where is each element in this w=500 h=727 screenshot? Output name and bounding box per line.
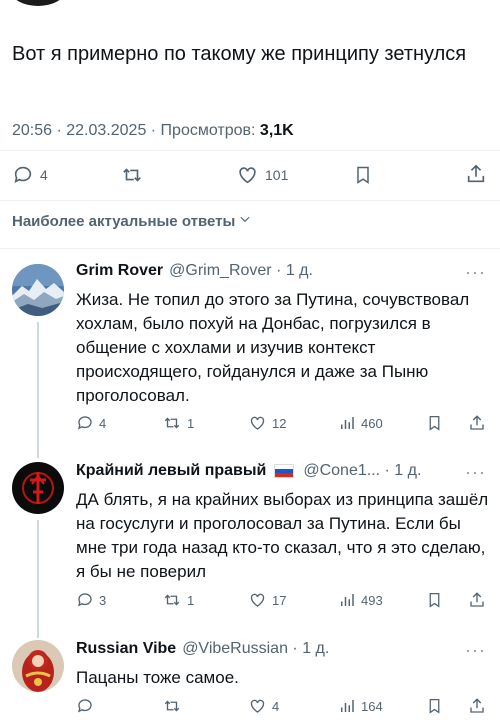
view-count: 460 bbox=[361, 415, 383, 431]
retweet-button[interactable]: 1 bbox=[162, 414, 194, 432]
share-button[interactable] bbox=[468, 414, 486, 432]
author-name[interactable]: Крайний левый правый bbox=[76, 462, 266, 480]
bookmark-button[interactable] bbox=[426, 591, 443, 609]
bookmark-button[interactable] bbox=[353, 164, 373, 186]
like-count: 12 bbox=[272, 415, 287, 431]
author-handle[interactable]: @Cone1... · 1 д. bbox=[303, 462, 421, 480]
more-icon[interactable]: ··· bbox=[465, 640, 486, 661]
like-button[interactable]: 17 bbox=[248, 591, 286, 609]
view-count: 493 bbox=[361, 592, 383, 608]
share-button[interactable] bbox=[468, 591, 486, 609]
like-count: 17 bbox=[272, 592, 287, 608]
tweet-text: Вот я примерно по такому же принципу зет… bbox=[12, 43, 467, 65]
views-button[interactable]: 493 bbox=[338, 591, 383, 609]
reply-count: 4 bbox=[40, 167, 48, 183]
reply-item[interactable]: Russian Vibe @VibeRussian · 1 д. ··· Пац… bbox=[0, 634, 500, 727]
tweet-views: 3,1K bbox=[259, 122, 294, 139]
share-button[interactable] bbox=[465, 163, 487, 185]
reply-header: Крайний левый правый @Cone1... · 1 д. bbox=[76, 462, 421, 480]
tweet-meta: 20:56 · 22.03.2025 · Просмотров: 3,1K bbox=[12, 122, 294, 140]
retweet-button[interactable] bbox=[120, 164, 144, 186]
thread-line bbox=[37, 322, 39, 458]
reply-item[interactable]: Grim Rover @Grim_Rover · 1 д. ··· Жиза. … bbox=[0, 258, 500, 458]
reply-icon bbox=[76, 414, 94, 432]
reply-actions: 4 1 12 460 bbox=[76, 414, 496, 436]
author-handle[interactable]: @Grim_Rover · 1 д. bbox=[169, 262, 313, 280]
view-count: 164 bbox=[361, 698, 383, 714]
bookmark-button[interactable] bbox=[426, 414, 443, 432]
like-button[interactable]: 12 bbox=[248, 414, 286, 432]
share-icon bbox=[465, 163, 487, 185]
reply-header: Grim Rover @Grim_Rover · 1 д. bbox=[76, 262, 313, 280]
reply-header: Russian Vibe @VibeRussian · 1 д. bbox=[76, 640, 329, 658]
reply-button[interactable] bbox=[76, 697, 99, 715]
reply-button[interactable]: 4 bbox=[12, 164, 48, 186]
bookmark-icon bbox=[426, 591, 443, 609]
divider bbox=[0, 150, 500, 151]
bar-chart-icon bbox=[338, 697, 356, 715]
share-icon bbox=[468, 697, 486, 715]
heart-icon bbox=[248, 591, 267, 609]
sort-label: Наиболее актуальные ответы bbox=[12, 212, 236, 230]
reply-icon bbox=[76, 697, 94, 715]
russia-flag-icon bbox=[274, 464, 295, 478]
tweet-actions: 4 101 bbox=[0, 158, 500, 192]
reply-icon bbox=[76, 591, 94, 609]
bookmark-icon bbox=[426, 414, 443, 432]
top-avatar[interactable] bbox=[12, 0, 64, 6]
retweet-button[interactable]: 1 bbox=[162, 591, 194, 609]
thread-line bbox=[37, 520, 39, 638]
reply-actions: 3 1 17 493 bbox=[76, 591, 496, 613]
retweet-button[interactable] bbox=[162, 697, 187, 715]
more-icon[interactable]: ··· bbox=[465, 262, 486, 283]
heart-icon bbox=[236, 164, 259, 186]
avatar[interactable] bbox=[12, 462, 64, 514]
divider bbox=[0, 248, 500, 249]
reply-item[interactable]: Крайний левый правый @Cone1... · 1 д. ··… bbox=[0, 456, 500, 638]
heart-icon bbox=[248, 414, 267, 432]
views-button[interactable]: 460 bbox=[338, 414, 383, 432]
more-icon[interactable]: ··· bbox=[465, 462, 486, 483]
divider bbox=[0, 200, 500, 201]
like-count: 4 bbox=[272, 698, 280, 714]
share-icon bbox=[468, 414, 486, 432]
reply-icon bbox=[12, 164, 34, 186]
chevron-down-icon bbox=[238, 212, 252, 230]
bookmark-icon bbox=[353, 164, 373, 186]
like-count: 101 bbox=[265, 167, 289, 183]
heart-icon bbox=[248, 697, 267, 715]
views-button[interactable]: 164 bbox=[338, 697, 383, 715]
reply-button[interactable]: 4 bbox=[76, 414, 106, 432]
bookmark-icon bbox=[426, 697, 443, 715]
like-button[interactable]: 101 bbox=[236, 164, 288, 186]
like-button[interactable]: 4 bbox=[248, 697, 279, 715]
bar-chart-icon bbox=[338, 591, 356, 609]
author-name[interactable]: Grim Rover bbox=[76, 262, 163, 280]
reply-actions: 4 164 bbox=[76, 697, 496, 719]
reply-text: Пацаны тоже самое. bbox=[76, 668, 239, 687]
share-icon bbox=[468, 591, 486, 609]
retweet-icon bbox=[162, 414, 182, 432]
bar-chart-icon bbox=[338, 414, 356, 432]
avatar[interactable] bbox=[12, 264, 64, 316]
retweet-count: 1 bbox=[187, 592, 195, 608]
retweet-count: 1 bbox=[187, 415, 195, 431]
reply-text: ДА блять, я на крайних выборах из принци… bbox=[76, 490, 489, 581]
retweet-icon bbox=[162, 591, 182, 609]
reply-text: Жиза. Не топил до этого за Путина, сочув… bbox=[76, 290, 470, 405]
sort-replies-dropdown[interactable]: Наиболее актуальные ответы bbox=[12, 212, 252, 230]
author-handle[interactable]: @VibeRussian · 1 д. bbox=[182, 640, 329, 658]
author-name[interactable]: Russian Vibe bbox=[76, 640, 176, 658]
reply-button[interactable]: 3 bbox=[76, 591, 106, 609]
avatar[interactable] bbox=[12, 640, 64, 692]
tweet-timestamp[interactable]: 20:56 · 22.03.2025 · Просмотров: bbox=[12, 122, 260, 139]
retweet-icon bbox=[162, 697, 182, 715]
share-button[interactable] bbox=[468, 697, 486, 715]
reply-count: 4 bbox=[99, 415, 107, 431]
reply-count: 3 bbox=[99, 592, 107, 608]
retweet-icon bbox=[120, 164, 144, 186]
bookmark-button[interactable] bbox=[426, 697, 443, 715]
